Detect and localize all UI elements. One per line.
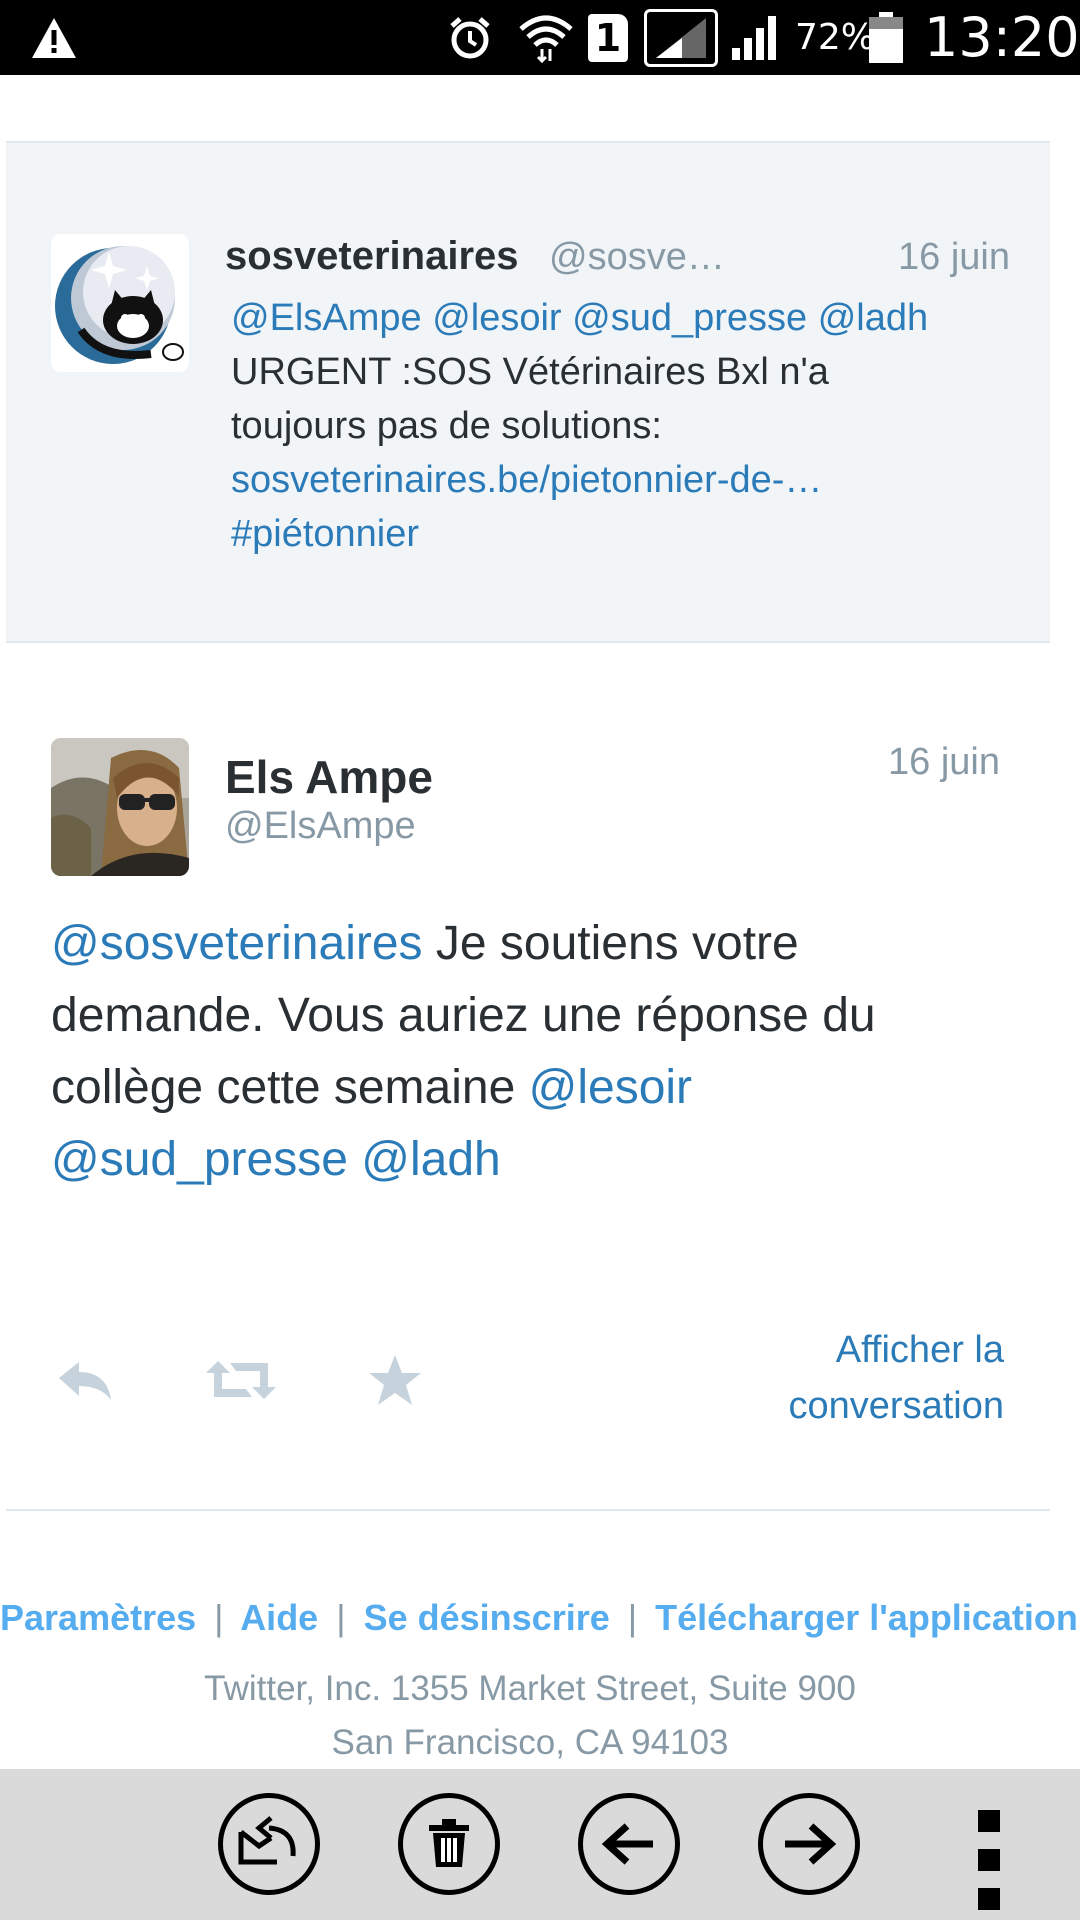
sosveterinaires-avatar[interactable] (51, 234, 189, 372)
mention-link[interactable]: @ladh (361, 1133, 500, 1186)
quoted-author-name[interactable]: sosveterinaires (225, 234, 519, 279)
show-conversation-link[interactable]: Afficher la conversation (789, 1322, 1004, 1434)
help-link[interactable]: Aide (240, 1597, 318, 1638)
address-line: Twitter, Inc. 1355 Market Street, Suite … (204, 1669, 856, 1708)
reply-icon[interactable] (50, 1350, 120, 1410)
els-ampe-avatar[interactable] (51, 738, 189, 876)
battery-level: 72% (795, 17, 876, 58)
separator: | (627, 1597, 638, 1638)
mention-link[interactable]: @sud_presse (51, 1133, 348, 1186)
signal-icon (644, 0, 718, 75)
separator: | (336, 1597, 346, 1638)
tweet-text-segment: demande. Vous auriez une réponse du (51, 989, 876, 1042)
tweet-text: @sosveterinaires Je soutiens votre deman… (51, 908, 1041, 1196)
trash-icon[interactable] (398, 1793, 500, 1895)
retweet-icon[interactable] (206, 1350, 276, 1410)
quoted-mentions[interactable]: @ElsAmpe @lesoir @sud_presse @ladh (231, 291, 1031, 345)
address-line: San Francisco, CA 94103 (331, 1723, 729, 1762)
quoted-tweet-text: @ElsAmpe @lesoir @sud_presse @ladh URGEN… (231, 291, 1031, 561)
tweet-text-segment: Je soutiens votre (422, 917, 799, 970)
author-name[interactable]: Els Ampe (225, 750, 433, 804)
favorite-star-icon[interactable] (360, 1350, 430, 1410)
wifi-icon (518, 0, 574, 75)
arrow-right-icon[interactable] (758, 1793, 860, 1895)
quoted-tweet-date: 16 juin (898, 236, 1010, 278)
quoted-tweet-card[interactable]: sosveterinaires @sosve… 16 juin @ElsAmpe… (6, 141, 1050, 643)
tweet-text-segment: collège cette semaine (51, 1061, 529, 1114)
download-app-link[interactable]: Télécharger l'application (655, 1597, 1078, 1638)
status-bar: 1 72% 13:20 (0, 0, 1080, 75)
company-address: Twitter, Inc. 1355 Market Street, Suite … (0, 1662, 1060, 1770)
show-conversation-line: Afficher la (835, 1329, 1004, 1371)
hashtag-link[interactable]: #piétonnier (231, 507, 1031, 561)
sim-slot-label: 1 (594, 15, 622, 60)
arrow-left-icon[interactable] (578, 1793, 680, 1895)
quoted-author-handle[interactable]: @sosve… (549, 236, 725, 279)
mention-link[interactable]: @sosveterinaires (51, 917, 423, 970)
divider (6, 1509, 1050, 1511)
bottom-action-bar (0, 1769, 1080, 1920)
unsubscribe-link[interactable]: Se désinscrire (364, 1597, 610, 1638)
alarm-icon (446, 0, 494, 75)
quoted-text-line: toujours pas de solutions: (231, 405, 662, 447)
clock: 13:20 (924, 6, 1080, 69)
tweet-date: 16 juin (888, 741, 1000, 783)
quoted-url-link[interactable]: sosveterinaires.be/pietonnier-de-… (231, 453, 1031, 507)
footer-links: Paramètres | Aide | Se désinscrire | Tél… (0, 1597, 1078, 1639)
author-handle[interactable]: @ElsAmpe (225, 805, 416, 848)
quoted-text-line: URGENT :SOS Vétérinaires Bxl n'a (231, 351, 829, 393)
signal-icon-2 (730, 0, 780, 75)
separator: | (214, 1597, 224, 1638)
reply-mail-icon[interactable] (218, 1793, 320, 1895)
sim-icon: 1 (588, 0, 628, 75)
mention-link[interactable]: @lesoir (529, 1061, 692, 1114)
battery-icon (868, 0, 904, 75)
settings-link[interactable]: Paramètres (0, 1597, 196, 1638)
more-vert-icon[interactable] (978, 1810, 1004, 1910)
show-conversation-line: conversation (788, 1385, 1004, 1427)
warning-icon (30, 0, 78, 75)
